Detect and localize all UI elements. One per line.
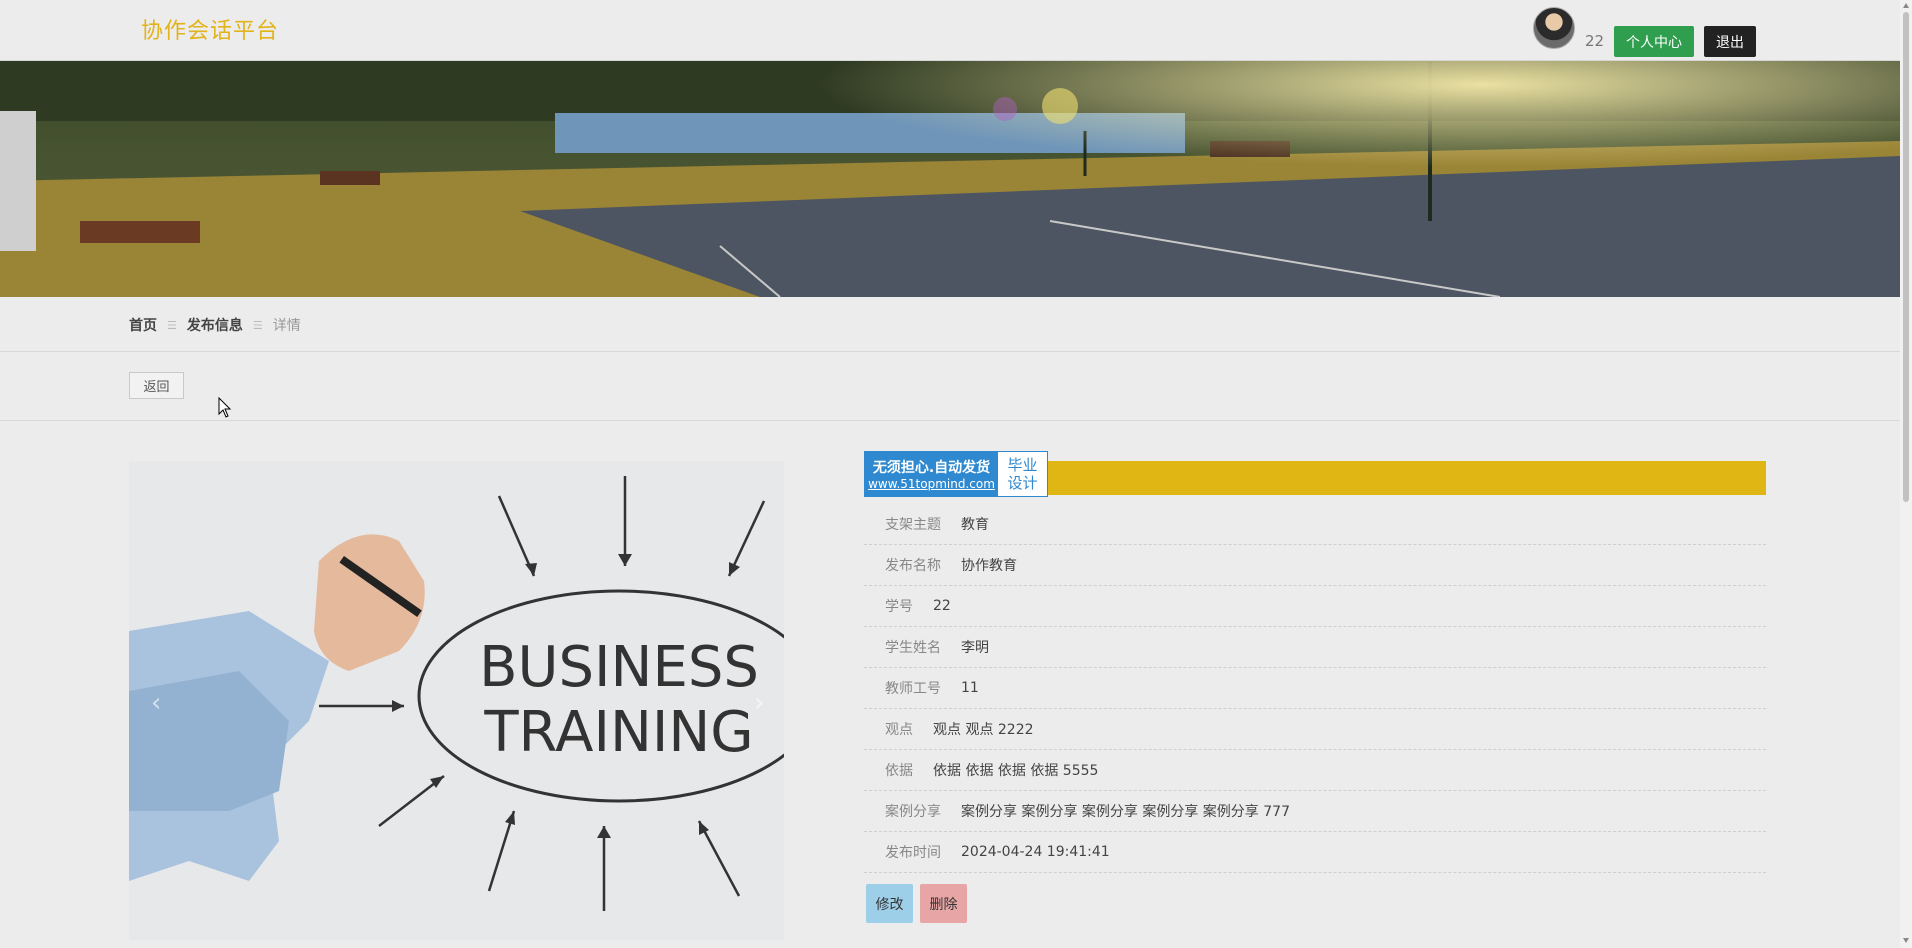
page-scrollbar[interactable] — [1900, 0, 1912, 948]
back-button[interactable]: 返回 — [129, 372, 184, 399]
detail-value: 11 — [961, 680, 979, 696]
detail-label: 依据 — [885, 763, 913, 779]
image-text-business: BUSINESS — [479, 635, 759, 700]
carousel-prev-icon: ‹ — [151, 688, 161, 718]
detail-value: 22 — [933, 598, 951, 614]
detail-row: 发布名称 协作教育 — [864, 545, 1766, 586]
detail-label: 教师工号 — [885, 681, 941, 697]
detail-row: 发布时间 2024-04-24 19:41:41 — [864, 832, 1766, 873]
detail-label: 案例分享 — [885, 804, 941, 820]
watermark-right-line1: 毕业 — [1007, 456, 1038, 474]
edit-button[interactable]: 修改 — [866, 884, 913, 923]
watermark-right-line2: 设计 — [1007, 474, 1038, 492]
detail-row: 支架主题 教育 — [864, 504, 1766, 545]
mouse-cursor-icon — [218, 397, 232, 418]
breadcrumb-current: 详情 — [272, 318, 301, 334]
banner-carousel[interactable] — [0, 61, 1900, 297]
detail-label: 学生姓名 — [885, 640, 941, 656]
detail-row: 观点 观点 观点 2222 — [864, 709, 1766, 750]
detail-label: 发布名称 — [885, 558, 941, 574]
image-text-training: TRAINING — [483, 700, 753, 765]
detail-value: 案例分享 案例分享 案例分享 案例分享 案例分享 777 — [961, 804, 1290, 820]
profile-button[interactable]: 个人中心 — [1614, 26, 1694, 57]
breadcrumb-separator: ☰ — [167, 318, 177, 332]
detail-value: 观点 观点 2222 — [933, 722, 1034, 738]
site-title[interactable]: 协作会话平台 — [141, 13, 279, 45]
detail-row: 学号 22 — [864, 586, 1766, 627]
watermark-badge: 无须担心.自动发货 www.51topmind.com 毕业 设计 — [864, 451, 1048, 497]
detail-value: 教育 — [961, 517, 989, 533]
avatar[interactable] — [1533, 7, 1575, 49]
scroll-down-icon[interactable] — [1903, 938, 1909, 943]
logout-button[interactable]: 退出 — [1704, 26, 1756, 57]
detail-row: 学生姓名 李明 — [864, 627, 1766, 668]
detail-label: 支架主题 — [885, 517, 941, 533]
divider — [0, 420, 1900, 421]
detail-row: 案例分享 案例分享 案例分享 案例分享 案例分享 案例分享 777 — [864, 791, 1766, 832]
detail-label: 观点 — [885, 722, 913, 738]
breadcrumb-home[interactable]: 首页 — [129, 315, 157, 335]
watermark-line2: www.51topmind.com — [868, 477, 995, 491]
breadcrumb-posts[interactable]: 发布信息 — [187, 315, 243, 335]
business-training-illustration: BUSINESS TRAINING ‹ › — [129, 461, 784, 940]
scroll-up-icon[interactable] — [1903, 3, 1909, 8]
delete-button[interactable]: 删除 — [920, 884, 967, 923]
detail-label: 发布时间 — [885, 845, 941, 861]
detail-value: 依据 依据 依据 依据 5555 — [933, 763, 1099, 779]
detail-row: 依据 依据 依据 依据 依据 5555 — [864, 750, 1766, 791]
breadcrumb-separator: ☰ — [252, 318, 263, 332]
banner-image — [0, 61, 1900, 297]
detail-label: 学号 — [885, 599, 913, 615]
watermark-line1: 无须担心.自动发货 — [872, 460, 991, 476]
carousel-next-icon: › — [754, 688, 764, 718]
user-id-label: 22 — [1585, 32, 1605, 50]
breadcrumb: 首页 ☰ 发布信息 ☰ 详情 — [129, 315, 301, 335]
detail-value: 2024-04-24 19:41:41 — [961, 844, 1110, 860]
top-header: 协作会话平台 22 个人中心 退出 — [0, 0, 1900, 61]
detail-value: 协作教育 — [961, 558, 1017, 574]
scrollbar-thumb[interactable] — [1903, 12, 1909, 502]
detail-row: 教师工号 11 — [864, 668, 1766, 709]
post-image: BUSINESS TRAINING ‹ › — [129, 461, 784, 940]
divider — [0, 351, 1900, 352]
detail-list: 支架主题 教育 发布名称 协作教育 学号 22 学生姓名 李明 教师工号 11 观点 观点 … — [864, 504, 1766, 873]
detail-value: 李明 — [961, 640, 989, 656]
